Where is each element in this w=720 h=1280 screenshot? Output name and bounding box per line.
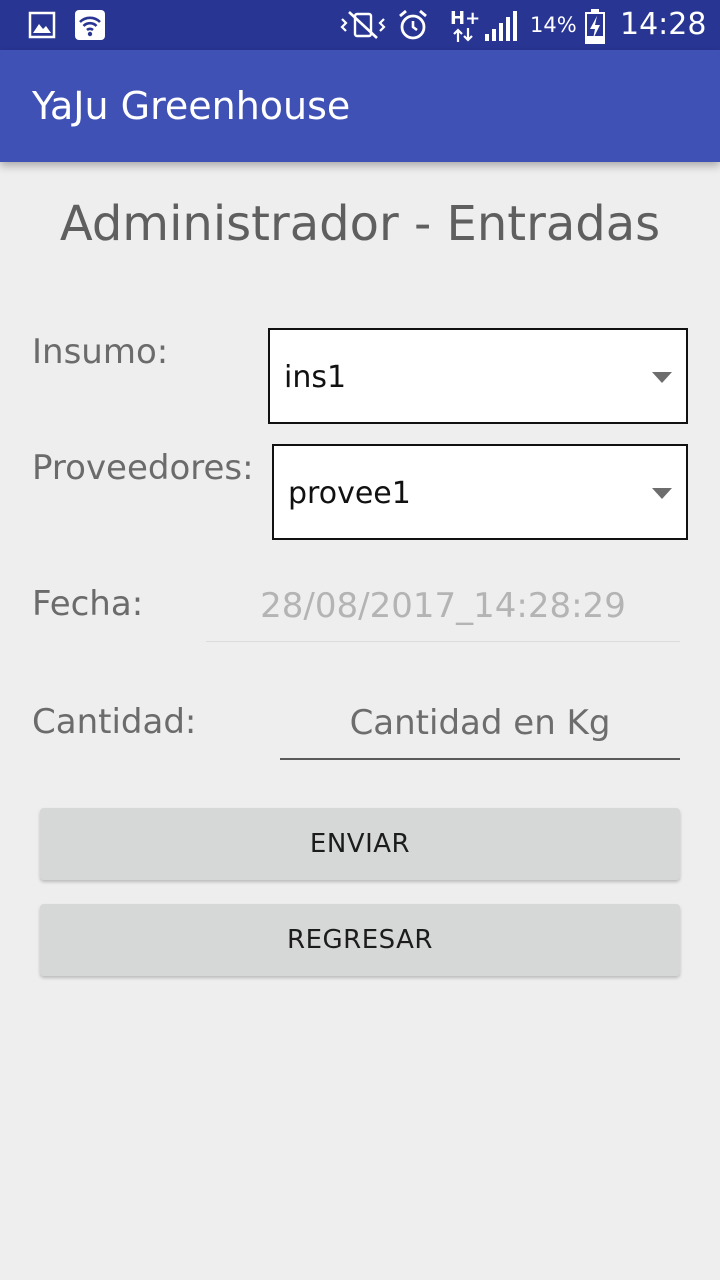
- app-bar: YaJu Greenhouse: [0, 50, 720, 162]
- data-arrows-icon: [453, 28, 473, 42]
- image-icon: [28, 11, 56, 39]
- fecha-field: 28/08/2017_14:28:29: [206, 580, 680, 642]
- enviar-button[interactable]: ENVIAR: [40, 808, 680, 880]
- screen-title: Administrador - Entradas: [59, 196, 661, 252]
- status-bar: H+ 14% 14:28: [0, 0, 720, 50]
- app-title: YaJu Greenhouse: [32, 84, 351, 128]
- signal-icon: [485, 11, 517, 41]
- cantidad-input[interactable]: [280, 696, 680, 760]
- dropdown-arrow-icon: [652, 372, 672, 383]
- clock: 14:28: [620, 7, 707, 42]
- regresar-button[interactable]: REGRESAR: [40, 904, 680, 976]
- insumo-selected-value: ins1: [284, 360, 347, 395]
- alarm-icon: [399, 9, 427, 40]
- dropdown-arrow-icon: [652, 488, 672, 499]
- wifi-icon: [75, 10, 105, 40]
- insumo-spinner[interactable]: ins1: [268, 328, 688, 424]
- proveedores-spinner[interactable]: provee1: [272, 444, 688, 540]
- proveedores-label: Proveedores:: [32, 448, 254, 488]
- cantidad-label: Cantidad:: [32, 702, 197, 742]
- battery-percent: 14%: [530, 13, 577, 37]
- proveedores-selected-value: provee1: [288, 476, 411, 511]
- vibrate-icon: [340, 11, 386, 39]
- battery-charging-icon: [585, 9, 605, 44]
- fecha-label: Fecha:: [32, 584, 144, 624]
- insumo-label: Insumo:: [32, 332, 169, 372]
